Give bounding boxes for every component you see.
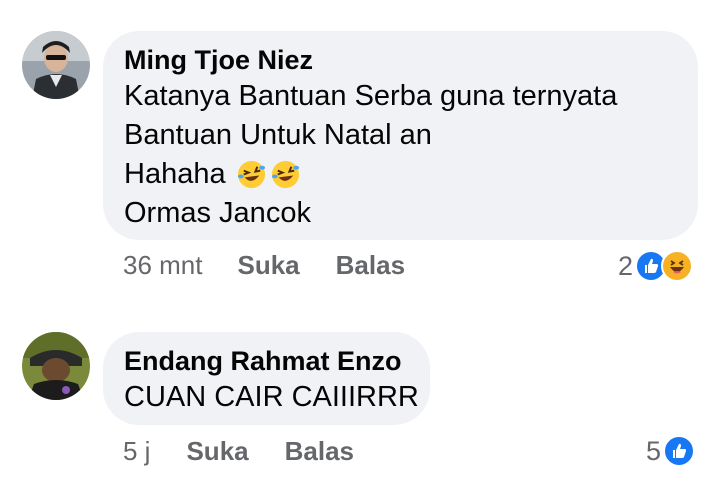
comment-text-line: CUAN CAIR CAIIIRRR — [124, 381, 419, 413]
like-button[interactable]: Suka — [238, 250, 300, 281]
reaction-count: 2 — [618, 250, 634, 281]
like-button[interactable]: Suka — [186, 436, 248, 467]
reply-button[interactable]: Balas — [285, 436, 354, 467]
comment-text: Hahaha — [124, 158, 226, 190]
reply-button[interactable]: Balas — [336, 250, 405, 281]
reaction-summary[interactable]: 2 — [618, 250, 694, 282]
author-name[interactable]: Endang Rahmat Enzo — [124, 344, 408, 378]
timestamp[interactable]: 5 j — [123, 436, 150, 467]
rolling-on-floor-laughing-emoji — [270, 159, 301, 190]
avatar[interactable] — [22, 332, 90, 400]
comment-text-line-with-emoji: Hahaha — [124, 155, 676, 194]
comment-bubble: Ming Tjoe Niez Katanya Bantuan Serba gun… — [103, 31, 698, 240]
reaction-count: 5 — [646, 435, 662, 466]
comment-text-line: Ormas Jancok — [124, 197, 311, 229]
avatar[interactable] — [22, 31, 90, 99]
timestamp[interactable]: 36 mnt — [123, 250, 203, 281]
comment-text-line: Katanya Bantuan Serba guna ternyata — [124, 80, 618, 112]
comment-text-line: Bantuan Untuk Natal an — [124, 119, 432, 151]
comment-actions: 5 j Suka Balas — [123, 436, 354, 467]
comment-bubble: Endang Rahmat Enzo CUAN CAIR CAIIIRRR — [103, 332, 430, 425]
like-icon — [663, 435, 696, 467]
rolling-on-floor-laughing-emoji — [236, 159, 267, 190]
author-name[interactable]: Ming Tjoe Niez — [124, 43, 676, 77]
comment-actions: 36 mnt Suka Balas — [123, 250, 405, 281]
reaction-summary[interactable]: 5 — [646, 435, 696, 467]
haha-icon — [661, 250, 694, 282]
comment-thread: Ming Tjoe Niez Katanya Bantuan Serba gun… — [0, 0, 720, 503]
